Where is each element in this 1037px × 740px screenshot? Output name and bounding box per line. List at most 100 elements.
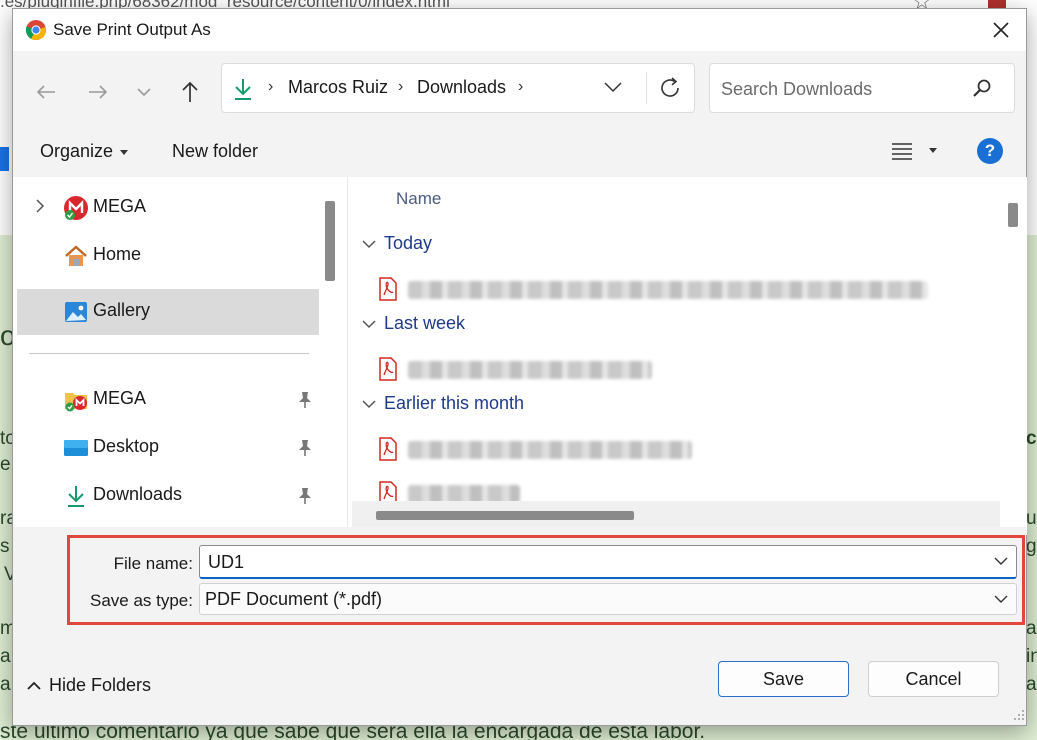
bg-text-fragment: g — [1026, 536, 1037, 557]
view-options-button[interactable] — [891, 141, 938, 166]
nav-item-label: Desktop — [93, 436, 160, 456]
bg-text-fragment: ar — [1026, 674, 1037, 695]
address-dropdown-icon[interactable] — [604, 81, 622, 93]
save-button[interactable]: Save — [718, 661, 849, 697]
file-name-field[interactable]: UD1 — [199, 545, 1017, 579]
chevron-down-icon[interactable] — [994, 556, 1008, 566]
navigation-bar: › Marcos Ruiz › Downloads › Search Downl… — [13, 51, 1026, 127]
organize-button[interactable]: Organize — [40, 141, 129, 162]
nav-item-home[interactable]: Home — [17, 233, 319, 279]
nav-item-gallery[interactable]: Gallery — [17, 289, 319, 335]
dialog-footer: Hide Folders Save Cancel — [13, 627, 1026, 725]
search-input[interactable]: Search Downloads — [721, 79, 872, 100]
help-button[interactable]: ? — [977, 138, 1003, 164]
downloads-icon — [235, 79, 251, 100]
arrow-left-icon — [36, 85, 55, 99]
pin-icon — [299, 392, 311, 408]
address-bar[interactable]: › Marcos Ruiz › Downloads › — [221, 63, 695, 113]
command-toolbar: Organize New folder ? — [13, 127, 1026, 177]
save-dialog: Save Print Output As › Marcos Ruiz › Dow… — [12, 8, 1027, 726]
hide-folders-button[interactable]: Hide Folders — [27, 675, 151, 696]
desktop-icon — [64, 440, 88, 456]
recent-locations-button[interactable] — [129, 77, 159, 107]
refresh-icon[interactable] — [658, 76, 682, 100]
bg-text-fragment: a — [0, 646, 11, 667]
save-as-type-select[interactable]: PDF Document (*.pdf) — [199, 583, 1017, 615]
chevron-down-icon — [362, 320, 376, 329]
hide-folders-label: Hide Folders — [49, 675, 152, 695]
breadcrumb-marcos-ruiz[interactable]: Marcos Ruiz — [288, 77, 388, 98]
mega-folder-icon — [65, 393, 87, 412]
close-icon — [993, 22, 1009, 38]
chevron-right-icon[interactable] — [35, 198, 45, 214]
new-folder-button[interactable]: New folder — [172, 141, 258, 162]
chrome-icon — [25, 20, 46, 41]
breadcrumb-separator[interactable]: › — [518, 78, 523, 96]
redacted-file-name — [408, 361, 652, 379]
back-button[interactable] — [31, 77, 61, 107]
save-as-type-label: Save as type: — [89, 591, 193, 610]
breadcrumb-separator: › — [398, 78, 404, 95]
organize-label: Organize — [40, 141, 114, 161]
nav-item-label: Gallery — [93, 300, 151, 320]
search-box[interactable]: Search Downloads — [709, 63, 1015, 113]
file-name-label: File name: — [113, 554, 193, 573]
file-list: Name Today Last week Earlier this month — [347, 177, 1027, 535]
chevron-down-icon — [362, 400, 376, 409]
navigation-pane: MEGA Home Gallery MEGA Desktop Downloads — [13, 177, 345, 527]
pdf-file-icon — [379, 437, 397, 461]
navpane-scrollbar[interactable] — [325, 201, 335, 281]
group-header-today[interactable]: Today — [362, 233, 432, 254]
nav-item-label: Downloads — [93, 484, 183, 504]
bg-text-fragment: e — [0, 454, 11, 475]
bg-text-fragment: c — [1026, 428, 1037, 449]
address-divider — [646, 72, 647, 104]
column-header-name[interactable]: Name — [396, 189, 441, 209]
mega-icon — [64, 196, 88, 220]
filelist-vertical-scrollbar[interactable] — [1008, 203, 1018, 227]
pin-icon — [299, 488, 311, 504]
gallery-icon — [65, 302, 87, 322]
chevron-down-icon — [362, 240, 376, 249]
up-button[interactable] — [175, 77, 205, 107]
search-icon — [973, 79, 991, 97]
resize-grip-icon[interactable] — [1013, 709, 1025, 721]
scrollbar-thumb[interactable] — [376, 511, 634, 520]
dialog-title: Save Print Output As — [53, 20, 211, 39]
background-tab-indicator — [0, 147, 9, 171]
pin-icon — [299, 440, 311, 456]
home-icon — [65, 245, 87, 266]
file-name-value[interactable]: UD1 — [208, 552, 244, 573]
filelist-horizontal-scrollbar[interactable] — [352, 501, 1000, 529]
nav-item-downloads[interactable]: Downloads — [17, 473, 319, 519]
nav-item-desktop[interactable]: Desktop — [17, 425, 319, 471]
bg-text-fragment: ue — [1026, 508, 1037, 529]
downloads-icon — [68, 486, 84, 507]
breadcrumb-downloads[interactable]: Downloads — [417, 77, 506, 98]
pdf-file-icon — [379, 357, 397, 381]
group-label: Earlier this month — [384, 393, 525, 413]
close-button[interactable] — [979, 11, 1023, 49]
nav-item-mega[interactable]: MEGA — [17, 185, 319, 231]
breadcrumb-separator: › — [268, 78, 274, 95]
arrow-right-icon — [89, 85, 108, 99]
group-header-last-week[interactable]: Last week — [362, 313, 465, 334]
chevron-up-icon — [27, 681, 41, 690]
chevron-down-icon — [137, 88, 151, 97]
redacted-file-name — [408, 281, 928, 299]
caret-down-icon — [120, 149, 129, 155]
bg-text-fragment: s — [0, 536, 10, 557]
pdf-file-icon — [379, 277, 397, 301]
nav-item-label: MEGA — [93, 388, 147, 408]
list-view-icon — [892, 143, 912, 160]
group-label: Last week — [384, 313, 466, 333]
forward-button[interactable] — [83, 77, 113, 107]
cancel-button[interactable]: Cancel — [868, 661, 999, 697]
nav-item-label: Home — [93, 244, 142, 264]
bg-text-fragment: in — [1026, 646, 1037, 667]
nav-separator — [29, 353, 309, 354]
save-form: File name: UD1 Save as type: PDF Documen… — [13, 527, 1026, 627]
nav-item-mega-pinned[interactable]: MEGA — [17, 377, 319, 423]
group-label: Today — [384, 233, 433, 253]
group-header-earlier-this-month[interactable]: Earlier this month — [362, 393, 524, 414]
